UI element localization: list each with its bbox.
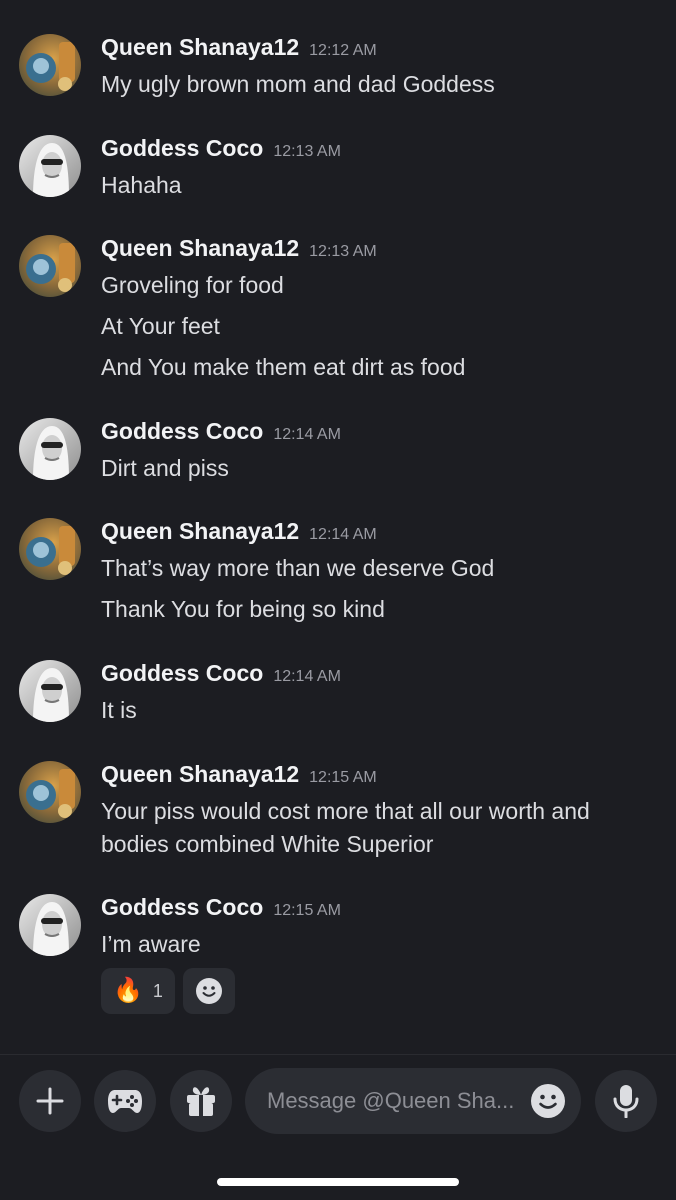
avatar-goddess-coco-image xyxy=(19,894,81,956)
message-author[interactable]: Goddess Coco xyxy=(101,418,263,444)
microphone-icon xyxy=(613,1085,639,1118)
message-text: And You make them eat dirt as food xyxy=(101,354,466,380)
avatar-goddess-coco-image xyxy=(19,660,81,722)
message-text: At Your feet xyxy=(101,313,220,339)
avatar-queen-shanaya-image xyxy=(19,518,81,580)
home-indicator[interactable] xyxy=(217,1178,459,1186)
message-author[interactable]: Queen Shanaya12 xyxy=(101,34,299,60)
avatar-goddess-coco-image xyxy=(19,418,81,480)
message-author[interactable]: Goddess Coco xyxy=(101,660,263,686)
voice-message-button[interactable] xyxy=(595,1070,657,1132)
message-text: Thank You for being so kind xyxy=(101,596,385,622)
message-text: Dirt and piss xyxy=(101,455,229,481)
avatar[interactable] xyxy=(19,518,81,580)
gift-button[interactable] xyxy=(170,1070,232,1132)
message-timestamp: 12:13 AM xyxy=(309,243,377,260)
message-text: That’s way more than we deserve God xyxy=(101,555,495,581)
avatar-goddess-coco-image xyxy=(19,135,81,197)
message-timestamp: 12:14 AM xyxy=(273,668,341,685)
avatar[interactable] xyxy=(19,894,81,956)
avatar[interactable] xyxy=(19,660,81,722)
fire-icon: 🔥 xyxy=(113,977,143,1004)
activities-button[interactable] xyxy=(94,1070,156,1132)
avatar[interactable] xyxy=(19,418,81,480)
avatar-queen-shanaya-image xyxy=(19,761,81,823)
reaction-fire-button[interactable]: 🔥 1 xyxy=(101,968,175,1014)
message-text: Groveling for food xyxy=(101,272,284,298)
message-input[interactable] xyxy=(267,1068,527,1134)
avatar-queen-shanaya-image xyxy=(19,34,81,96)
reaction-count: 1 xyxy=(152,980,163,1001)
gift-icon xyxy=(187,1087,215,1116)
message-author[interactable]: Queen Shanaya12 xyxy=(101,235,299,261)
gamepad-icon xyxy=(108,1090,142,1113)
message-text: Your piss would cost more that all our w… xyxy=(101,798,590,824)
reaction-bar: 🔥 1 xyxy=(101,968,235,1014)
message-timestamp: 12:14 AM xyxy=(273,426,341,443)
avatar[interactable] xyxy=(19,235,81,297)
add-reaction-button[interactable] xyxy=(182,968,235,1014)
attach-button[interactable] xyxy=(19,1070,81,1132)
message-text: Hahaha xyxy=(101,172,182,198)
plus-icon xyxy=(36,1087,64,1115)
message-text: I’m aware xyxy=(101,931,201,957)
emoji-icon[interactable] xyxy=(530,1083,566,1119)
message-input-container xyxy=(245,1068,581,1134)
avatar[interactable] xyxy=(19,34,81,96)
message-author[interactable]: Goddess Coco xyxy=(101,894,263,920)
message-text: bodies combined White Superior xyxy=(101,831,434,857)
message-text: My ugly brown mom and dad Goddess xyxy=(101,71,495,97)
message-timestamp: 12:15 AM xyxy=(273,902,341,919)
message-timestamp: 12:12 AM xyxy=(309,42,377,59)
message-author[interactable]: Queen Shanaya12 xyxy=(101,518,299,544)
avatar[interactable] xyxy=(19,761,81,823)
message-timestamp: 12:13 AM xyxy=(273,143,341,160)
message-timestamp: 12:15 AM xyxy=(309,769,377,786)
add-reaction-smiley-icon xyxy=(195,978,222,1004)
avatar-queen-shanaya-image xyxy=(19,235,81,297)
message-text: It is xyxy=(101,697,137,723)
message-author[interactable]: Goddess Coco xyxy=(101,135,263,161)
message-author[interactable]: Queen Shanaya12 xyxy=(101,761,299,787)
chat-message-list[interactable]: Queen Shanaya12 12:12 AM My ugly brown mo… xyxy=(0,0,676,1054)
message-timestamp: 12:14 AM xyxy=(309,526,377,543)
avatar[interactable] xyxy=(19,135,81,197)
